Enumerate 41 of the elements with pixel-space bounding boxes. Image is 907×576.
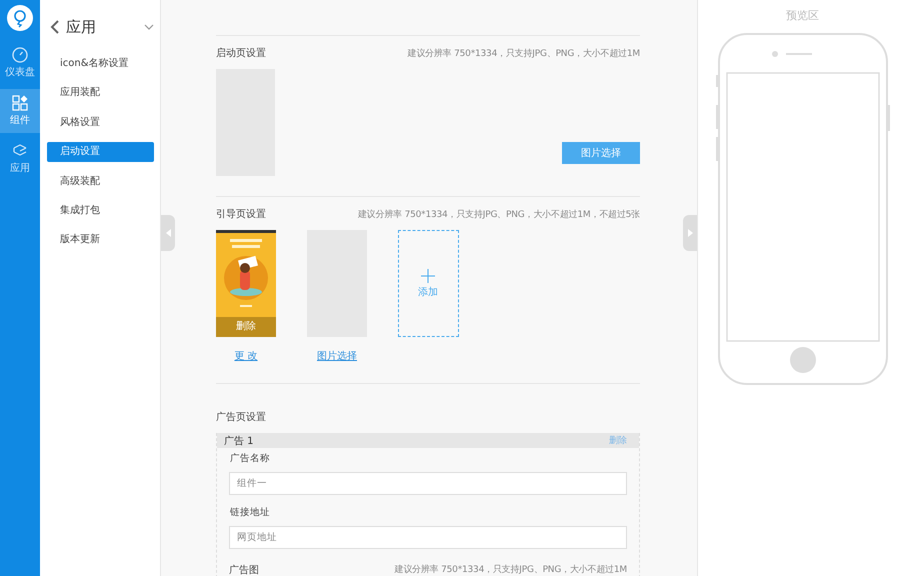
- input-field[interactable]: 网页地址: [229, 526, 627, 549]
- expand-handle[interactable]: [683, 215, 697, 251]
- sub-nav-item[interactable]: 高级装配: [47, 172, 154, 192]
- preview-title: 预览区: [786, 8, 819, 23]
- delete-link[interactable]: 删除: [609, 434, 627, 447]
- field-label: 广告名称: [230, 452, 271, 465]
- caret-right-icon: [688, 229, 692, 237]
- sub-nav-item[interactable]: icon&名称设置: [47, 54, 154, 74]
- sub-nav-item[interactable]: 启动设置: [47, 142, 154, 162]
- section-title: 广告页设置: [216, 410, 266, 424]
- hint-text: 建议分辨率 750*1334，只支持JPG、PNG，大小不超过1M，不超过5张: [358, 208, 640, 220]
- select-image-link[interactable]: 图片选择: [317, 349, 357, 363]
- input-field[interactable]: 组件一: [229, 472, 627, 495]
- field-label: 广告图: [229, 564, 259, 576]
- sub-nav-item[interactable]: 应用装配: [47, 83, 154, 104]
- section-title: 启动页设置: [216, 46, 266, 60]
- change-link[interactable]: 更 改: [234, 349, 258, 363]
- add-image-button[interactable]: 添加: [398, 230, 458, 337]
- nav-item[interactable]: 组件: [0, 89, 40, 133]
- caret-left-icon: [166, 229, 170, 237]
- add-label: 添加: [418, 286, 438, 298]
- logo-icon: [7, 5, 33, 31]
- sub-nav-item[interactable]: 风格设置: [47, 112, 154, 133]
- sub-nav-item[interactable]: 版本更新: [47, 230, 154, 250]
- blocks-icon: [12, 95, 28, 111]
- ad-title: 广告 1: [224, 434, 254, 448]
- delete-overlay[interactable]: 删除: [216, 317, 276, 337]
- back-icon[interactable]: [50, 20, 60, 34]
- nav-item[interactable]: 仪表盘: [0, 41, 40, 85]
- collapse-handle[interactable]: [161, 215, 175, 251]
- sub-nav-item[interactable]: 集成打包: [47, 200, 154, 221]
- section-title: 引导页设置: [216, 208, 266, 221]
- chevron-down-icon[interactable]: [144, 24, 154, 30]
- field-label: 链接地址: [230, 506, 271, 519]
- hint-text: 建议分辨率 750*1334，只支持JPG、PNG，大小不超过1M: [394, 564, 627, 576]
- sub-nav-title: 应用: [66, 18, 97, 36]
- plus-icon: [421, 268, 435, 282]
- hint-text: 建议分辨率 750*1334，只支持JPG、PNG，大小不超过1M: [407, 48, 640, 60]
- gauge-icon: [12, 47, 28, 63]
- select-image-button[interactable]: 图片选择: [562, 142, 640, 164]
- nav-item[interactable]: 应用: [0, 137, 40, 181]
